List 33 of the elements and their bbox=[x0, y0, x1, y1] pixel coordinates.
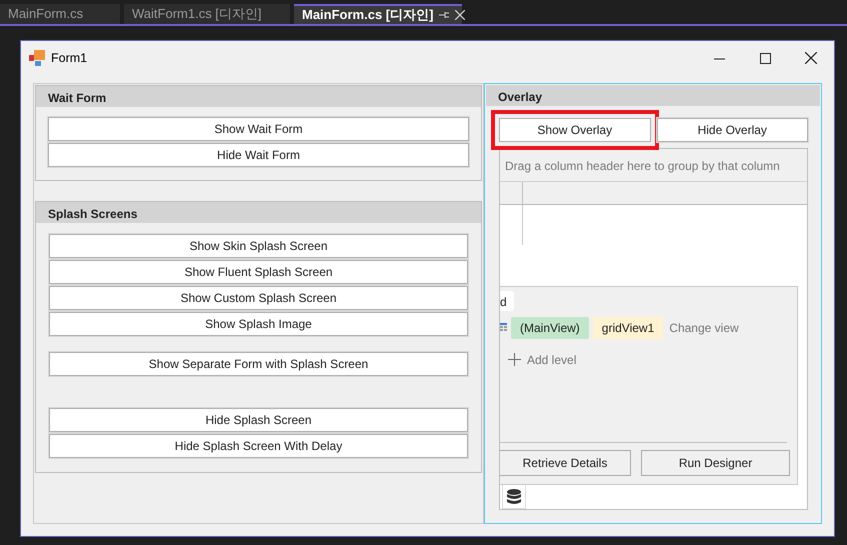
splash-button[interactable]: Show Fluent Splash Screen bbox=[49, 260, 468, 284]
maximize-icon bbox=[760, 52, 770, 64]
splash-button[interactable]: Show Separate Form with Splash Screen bbox=[49, 352, 468, 376]
add-level-button[interactable]: Add level bbox=[508, 350, 797, 369]
overlay-button[interactable]: Hide Overlay bbox=[656, 118, 808, 142]
form-icon bbox=[29, 50, 45, 66]
group-title: Overlay bbox=[486, 85, 820, 106]
editor-tab[interactable]: MainForm.cs [디자인] bbox=[294, 4, 462, 24]
designer-button[interactable]: Retrieve Details bbox=[500, 450, 631, 476]
editor-tab[interactable]: WaitForm1.cs [디자인] bbox=[124, 4, 290, 24]
group-title: Splash Screens bbox=[36, 202, 481, 223]
level-tag[interactable]: gridView1 bbox=[592, 316, 664, 339]
splash-button[interactable]: Hide Splash Screen With Delay bbox=[49, 434, 468, 458]
group-panel-hint: Drag a column header here to group by that column bbox=[500, 149, 807, 181]
change-view-link[interactable]: Change view bbox=[669, 318, 739, 337]
level-tag[interactable]: (MainView) bbox=[511, 316, 589, 339]
window-title: Form1 bbox=[51, 50, 88, 67]
plus-icon bbox=[508, 353, 521, 366]
close-icon[interactable] bbox=[455, 10, 466, 20]
pin-icon[interactable] bbox=[439, 10, 450, 20]
close-icon bbox=[805, 52, 817, 64]
database-icon[interactable] bbox=[502, 485, 526, 509]
splash-button[interactable]: Show Splash Image bbox=[49, 312, 468, 336]
grid-icon bbox=[500, 322, 507, 333]
wait-form-button[interactable]: Show Wait Form bbox=[48, 117, 469, 141]
splash-button[interactable]: Show Custom Splash Screen bbox=[49, 286, 468, 310]
wait-form-button[interactable]: Hide Wait Form bbox=[48, 143, 469, 167]
group-title: Wait Form bbox=[36, 86, 481, 107]
splash-button[interactable]: Hide Splash Screen bbox=[49, 408, 468, 432]
splash-button[interactable]: Show Skin Splash Screen bbox=[49, 234, 468, 258]
designer-button[interactable]: Run Designer bbox=[641, 450, 790, 476]
cut-text: d bbox=[500, 290, 514, 311]
editor-tab[interactable]: MainForm.cs bbox=[0, 4, 120, 24]
